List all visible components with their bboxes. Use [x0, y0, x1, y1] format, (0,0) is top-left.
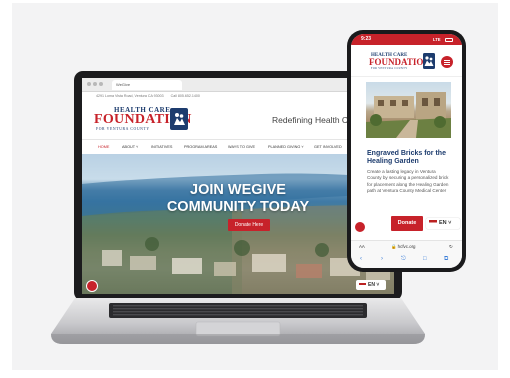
- mobile-header: HEALTH CARE FOUNDATION FOR VENTURA COUNT…: [351, 45, 462, 77]
- window-minimize-icon[interactable]: [93, 82, 97, 86]
- hamburger-menu-icon[interactable]: [441, 56, 453, 68]
- mobile-language-selector[interactable]: EN ˅: [426, 218, 460, 229]
- mobile-language-label: EN ˅: [439, 220, 452, 226]
- logo-emblem-icon: [170, 108, 188, 130]
- card-description: Create a lasting legacy in Ventura Count…: [367, 169, 449, 193]
- donate-here-button[interactable]: Donate Here: [228, 219, 270, 231]
- status-bar: 9:23 LTE: [351, 34, 462, 45]
- nav-home[interactable]: HOME: [98, 140, 109, 154]
- logo-line-3: FOR VENTURA COUNTY: [96, 127, 150, 131]
- site-tagline: Redefining Health Ca: [272, 115, 353, 125]
- healing-garden-photo: [366, 82, 451, 138]
- mobile-logo-emblem-icon: [423, 53, 435, 69]
- safari-toolbar: ‹ › ⎋ □ ⧉: [351, 252, 462, 268]
- language-selector[interactable]: EN ˅: [356, 280, 386, 290]
- bookmarks-icon[interactable]: □: [423, 252, 427, 266]
- nav-get-involved[interactable]: GET INVOLVED: [314, 140, 342, 154]
- status-signal: LTE: [433, 37, 441, 42]
- smartphone: 9:23 LTE HEALTH CARE FOUNDATION FOR VENT…: [347, 30, 466, 272]
- phone-link[interactable]: Call 805.652.1400: [171, 94, 200, 98]
- mobile-logo-line-2: FOUNDATION: [369, 57, 430, 67]
- laptop-base: [51, 298, 425, 344]
- browser-tab[interactable]: WeGive: [112, 80, 182, 90]
- status-time: 9:23: [361, 36, 372, 42]
- card-title[interactable]: Engraved Bricks for the Healing Garden: [367, 150, 453, 166]
- back-icon[interactable]: ‹: [360, 252, 362, 266]
- us-flag-icon: [359, 282, 366, 287]
- mobile-donate-button[interactable]: Donate: [391, 216, 423, 231]
- nav-planned-giving[interactable]: PLANNED GIVING ˅: [268, 140, 304, 154]
- mobile-logo-line-3: FOR VENTURA COUNTY: [371, 67, 408, 70]
- share-icon[interactable]: ⎋: [401, 252, 406, 266]
- window-zoom-icon[interactable]: [99, 82, 103, 86]
- address-text: 4291 Loma Vista Road, Ventura CA 93003: [96, 94, 164, 98]
- battery-icon: [445, 38, 453, 42]
- site-logo[interactable]: HEALTH CARE FOUNDATION FOR VENTURA COUNT…: [94, 106, 204, 134]
- nav-ways-to-give[interactable]: WAYS TO GIVE: [228, 140, 255, 154]
- tabs-icon[interactable]: ⧉: [444, 252, 448, 266]
- forward-icon[interactable]: ›: [381, 252, 383, 266]
- window-close-icon[interactable]: [87, 82, 91, 86]
- nav-program-areas[interactable]: PROGRAM AREAS: [184, 140, 217, 154]
- nav-initiatives[interactable]: INITIATIVES: [151, 140, 172, 154]
- nav-about[interactable]: ABOUT ˅: [122, 140, 138, 154]
- mobile-us-flag-icon: [429, 220, 437, 226]
- accessibility-widget-icon[interactable]: [86, 280, 98, 292]
- language-label: EN ˅: [368, 282, 380, 288]
- mobile-website: 9:23 LTE HEALTH CARE FOUNDATION FOR VENT…: [351, 34, 462, 268]
- mobile-accessibility-widget-icon[interactable]: [354, 221, 366, 233]
